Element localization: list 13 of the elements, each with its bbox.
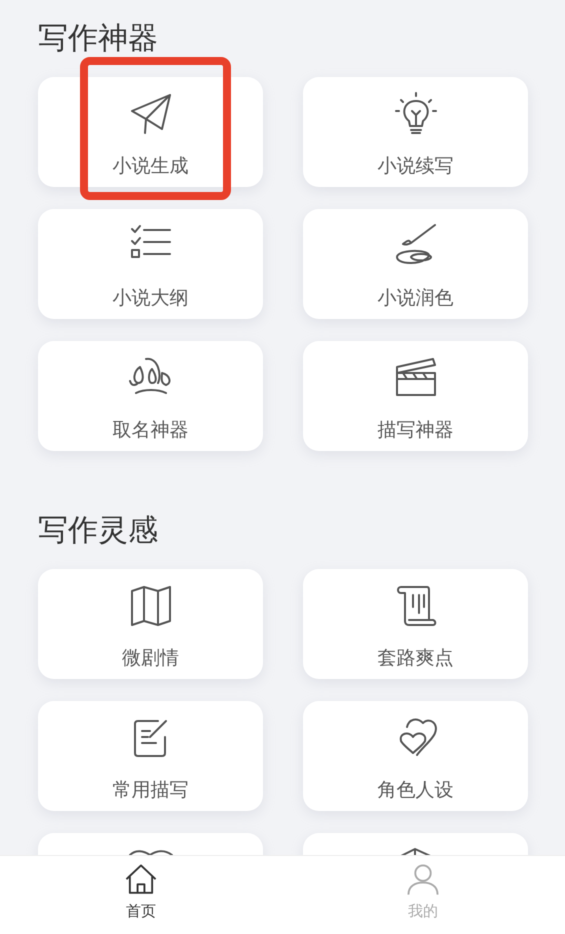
section-title: 写作神器	[38, 20, 158, 58]
feature-card[interactable]: 描写神器	[303, 341, 528, 451]
feature-card[interactable]: 角色人设	[303, 701, 528, 811]
feature-card[interactable]: 套路爽点	[303, 569, 528, 679]
feature-card[interactable]: 小说润色	[303, 209, 528, 319]
tab-item[interactable]: 首页	[123, 862, 159, 921]
feature-card[interactable]: 常用描写	[38, 701, 263, 811]
feature-card[interactable]: 小说生成	[38, 77, 263, 187]
feature-card[interactable]: 小说续写	[303, 77, 528, 187]
section-title: 写作灵感	[38, 512, 158, 550]
feature-card[interactable]: 小说大纲	[38, 209, 263, 319]
feature-card[interactable]: 微剧情	[38, 569, 263, 679]
feature-card[interactable]: 取名神器	[38, 341, 263, 451]
